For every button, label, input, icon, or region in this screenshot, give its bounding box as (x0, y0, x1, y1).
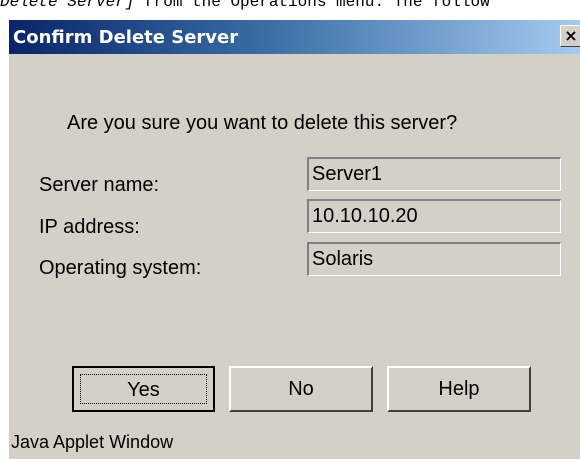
document-text: Delete Server] from the Operations menu.… (0, 0, 580, 10)
dialog-title: Confirm Delete Server (13, 27, 239, 48)
help-button[interactable]: Help (387, 366, 531, 412)
document-text-italic: Delete Server] (0, 0, 135, 10)
document-text-rest: from the Operations menu. The follow (134, 0, 490, 10)
dialog-title-bar[interactable]: Confirm Delete Server × (9, 20, 580, 54)
close-icon: × (564, 26, 578, 45)
confirm-question: Are you sure you want to delete this ser… (67, 112, 458, 134)
server-name-field: Server1 (307, 157, 561, 191)
server-name-label: Server name: (39, 174, 160, 196)
operating-system-label: Operating system: (39, 257, 202, 279)
yes-button-label: Yes (80, 374, 207, 404)
ip-address-label: IP address: (39, 216, 140, 238)
ip-address-field: 10.10.10.20 (307, 199, 561, 233)
close-button[interactable]: × (560, 25, 580, 47)
confirm-delete-dialog: Confirm Delete Server × Are you sure you… (8, 19, 580, 459)
yes-button[interactable]: Yes (72, 366, 215, 412)
no-button[interactable]: No (229, 366, 373, 412)
applet-window-footer: Java Applet Window (11, 432, 174, 452)
operating-system-field: Solaris (307, 242, 561, 276)
